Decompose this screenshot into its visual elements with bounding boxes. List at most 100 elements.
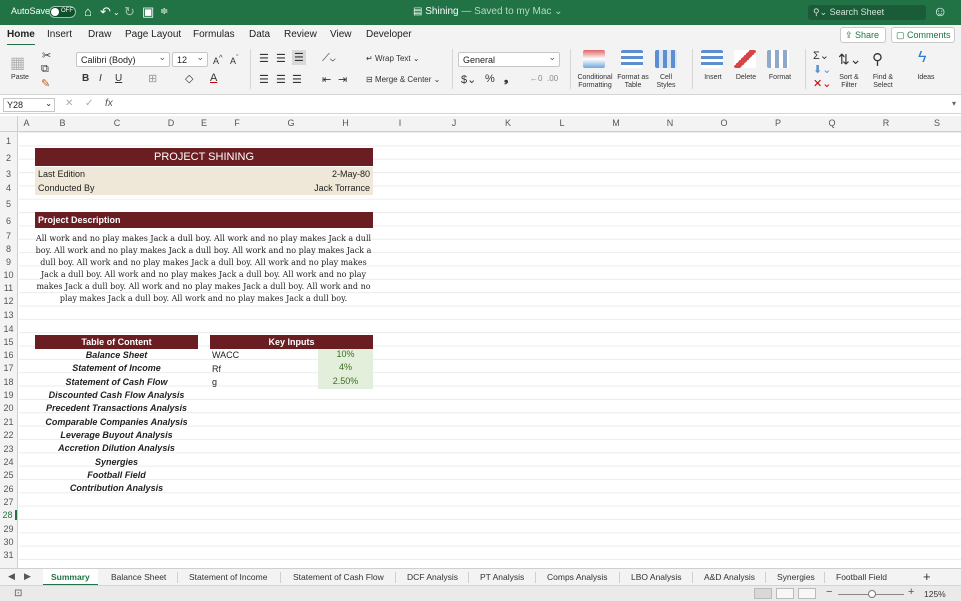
number-format-select[interactable]: General: [458, 52, 560, 67]
row-header[interactable]: 5: [0, 199, 17, 209]
column-header[interactable]: L: [535, 118, 589, 128]
row-header[interactable]: 13: [0, 310, 17, 320]
decrease-font-icon[interactable]: Aˇ: [230, 53, 239, 66]
row-header[interactable]: 18: [0, 377, 17, 387]
sheet-tab-ad-analysis[interactable]: A&D Analysis: [704, 572, 755, 582]
share-button[interactable]: ⇪ Share: [840, 27, 886, 43]
row-header[interactable]: 24: [0, 457, 17, 467]
row-header[interactable]: 14: [0, 324, 17, 334]
column-header[interactable]: P: [751, 118, 805, 128]
zoom-out-icon[interactable]: −: [826, 586, 832, 598]
paste-icon[interactable]: ▦: [10, 53, 25, 73]
scroll-tabs-right-icon[interactable]: ▶: [24, 571, 31, 582]
zoom-in-icon[interactable]: +: [908, 586, 914, 598]
tab-view[interactable]: View: [330, 29, 352, 40]
comma-style-icon[interactable]: ❟: [504, 73, 508, 86]
tab-draw[interactable]: Draw: [88, 29, 111, 40]
row-header[interactable]: 31: [0, 550, 17, 560]
font-color-icon[interactable]: A: [210, 72, 217, 84]
zoom-slider-thumb[interactable]: [868, 590, 876, 598]
column-header[interactable]: J: [427, 118, 481, 128]
row-header[interactable]: 8: [0, 244, 17, 254]
align-top-icon[interactable]: ☰: [259, 52, 269, 65]
expand-formula-bar-icon[interactable]: ▾: [952, 99, 956, 108]
clear-icon[interactable]: ✕⌄: [813, 77, 831, 90]
bold-icon[interactable]: B: [82, 73, 89, 84]
tab-formulas[interactable]: Formulas: [193, 29, 235, 40]
column-header[interactable]: B: [35, 118, 90, 128]
ideas-icon[interactable]: ϟ: [918, 49, 926, 67]
toc-link-statement-of-income[interactable]: Statement of Income: [35, 363, 198, 373]
row-header[interactable]: 22: [0, 430, 17, 440]
toc-link-synergies[interactable]: Synergies: [35, 457, 198, 467]
row-header[interactable]: 30: [0, 537, 17, 547]
row-header[interactable]: 25: [0, 470, 17, 480]
column-header[interactable]: F: [210, 118, 264, 128]
comments-button[interactable]: ▢ Comments: [891, 27, 955, 43]
undo-icon[interactable]: ↶: [100, 4, 111, 20]
tab-developer[interactable]: Developer: [366, 29, 412, 40]
tab-review[interactable]: Review: [284, 29, 317, 40]
increase-indent-icon[interactable]: ⇥: [338, 73, 347, 86]
row-header[interactable]: 9: [0, 257, 17, 267]
tab-insert[interactable]: Insert: [47, 29, 72, 40]
row-header[interactable]: 29: [0, 524, 17, 534]
align-left-icon[interactable]: ☰: [259, 73, 269, 86]
format-cells-icon[interactable]: [767, 50, 789, 68]
tab-page-layout[interactable]: Page Layout: [125, 29, 181, 40]
name-box-dropdown-icon[interactable]: ⌄: [45, 99, 52, 108]
toc-link-accretion-dilution[interactable]: Accretion Dilution Analysis: [35, 443, 198, 453]
row-header[interactable]: 19: [0, 390, 17, 400]
macro-record-icon[interactable]: ⊡: [14, 588, 22, 599]
enter-icon[interactable]: ✓: [85, 98, 93, 109]
sheet-tab-pt-analysis[interactable]: PT Analysis: [480, 572, 524, 582]
customize-toolbar-icon[interactable]: ≑: [160, 6, 168, 17]
column-header[interactable]: O: [697, 118, 751, 128]
wrap-text-button[interactable]: ↵ Wrap Text ⌄: [366, 54, 420, 63]
row-header[interactable]: 3: [0, 169, 17, 179]
search-sheet-input[interactable]: ⚲⌄ Search Sheet: [808, 5, 926, 20]
toc-link-comparable-companies[interactable]: Comparable Companies Analysis: [35, 417, 198, 427]
column-header[interactable]: C: [90, 118, 144, 128]
align-bottom-icon[interactable]: ☰: [292, 50, 306, 65]
cut-icon[interactable]: ✂: [42, 49, 51, 62]
align-right-icon[interactable]: ☰: [292, 73, 302, 86]
increase-font-icon[interactable]: A^: [213, 53, 223, 66]
autosave-toggle[interactable]: OFF: [49, 6, 76, 18]
key-input-value[interactable]: 4%: [318, 362, 373, 376]
row-header[interactable]: 6: [0, 216, 17, 226]
row-header[interactable]: 27: [0, 497, 17, 507]
row-header[interactable]: 26: [0, 484, 17, 494]
cancel-icon[interactable]: ✕: [65, 98, 73, 109]
column-header[interactable]: G: [264, 118, 318, 128]
row-header[interactable]: 7: [0, 231, 17, 241]
row-header[interactable]: 4: [0, 183, 17, 193]
feedback-smiley-icon[interactable]: ☺: [933, 3, 947, 19]
cell-styles-icon[interactable]: [655, 50, 677, 68]
column-header[interactable]: R: [859, 118, 913, 128]
fill-icon[interactable]: ⬇⌄: [813, 63, 831, 76]
sort-filter-icon[interactable]: ⇅⌄: [838, 51, 861, 68]
align-middle-icon[interactable]: ☰: [276, 52, 286, 65]
column-header[interactable]: D: [144, 118, 198, 128]
row-header[interactable]: 11: [0, 283, 17, 293]
merge-center-button[interactable]: ⊟ Merge & Center ⌄: [366, 75, 440, 84]
toc-link-leverage-buyout[interactable]: Leverage Buyout Analysis: [35, 430, 198, 440]
home-icon[interactable]: ⌂: [84, 4, 92, 19]
decrease-decimal-icon[interactable]: .00: [547, 74, 558, 83]
row-header[interactable]: 16: [0, 350, 17, 360]
column-header[interactable]: S: [913, 118, 961, 128]
currency-icon[interactable]: $⌄: [461, 73, 476, 86]
toc-link-football-field[interactable]: Football Field: [35, 470, 198, 480]
column-header[interactable]: H: [318, 118, 373, 128]
key-input-value[interactable]: 2.50%: [318, 376, 373, 389]
row-header[interactable]: 17: [0, 363, 17, 373]
select-all-corner[interactable]: [0, 116, 18, 132]
page-layout-view-icon[interactable]: [776, 588, 794, 599]
toc-link-statement-of-cash-flow[interactable]: Statement of Cash Flow: [35, 377, 198, 387]
percent-icon[interactable]: %: [485, 73, 495, 85]
page-break-view-icon[interactable]: [798, 588, 816, 599]
column-header[interactable]: N: [643, 118, 697, 128]
column-header[interactable]: M: [589, 118, 643, 128]
save-icon[interactable]: ▣: [142, 4, 154, 20]
